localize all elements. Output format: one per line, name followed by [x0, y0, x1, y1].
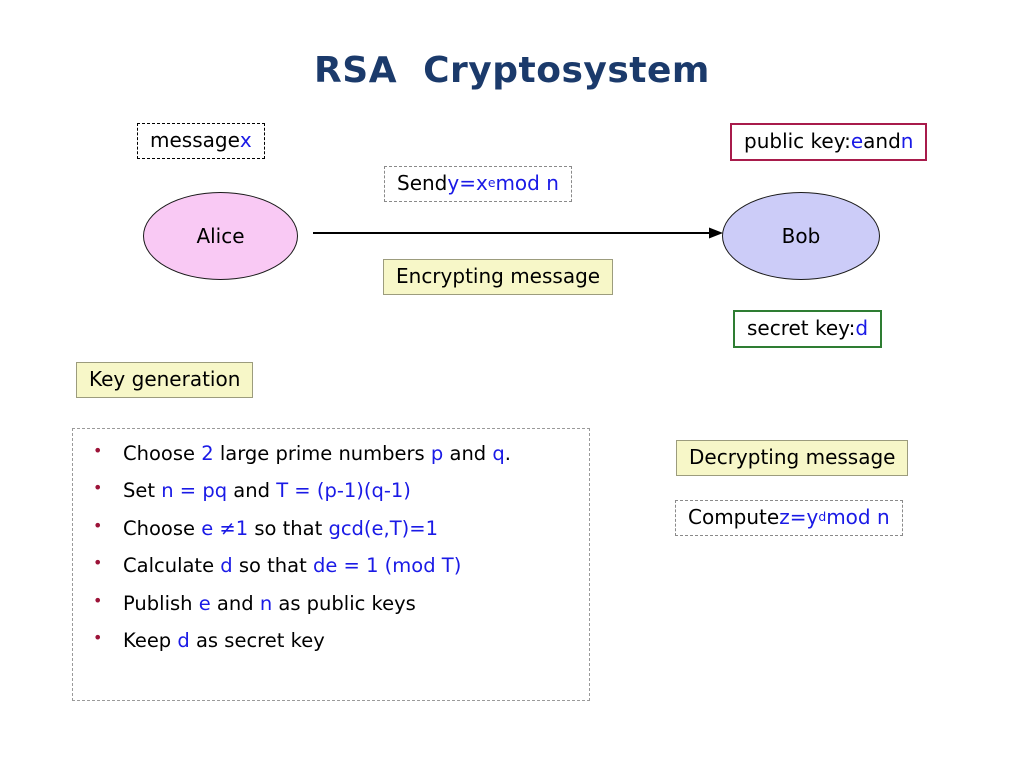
decrypting-message-box: Decrypting message	[676, 440, 909, 476]
step-text: and	[210, 591, 260, 615]
actor-bob: Bob	[722, 192, 880, 280]
step-text: as public keys	[272, 591, 416, 615]
compute-label: Compute	[688, 505, 780, 529]
encrypting-message-box: Encrypting message	[383, 259, 614, 295]
compute-base: y	[806, 505, 819, 529]
step-text: and	[227, 479, 277, 503]
compute-formula-box: Compute z = yd mod n	[675, 500, 903, 536]
step-var: p	[430, 442, 444, 465]
step-var: e	[198, 591, 211, 615]
secret-key-d: d	[855, 316, 869, 340]
send-lhs: y	[447, 171, 460, 195]
step-text: large prime numbers	[213, 442, 431, 465]
step-text: Set	[123, 479, 162, 503]
step-text: as secret key	[189, 629, 325, 653]
compute-equals: =	[789, 505, 807, 529]
list-item: Set n = pq and T = (p-1)(q-1)	[73, 479, 589, 503]
compute-lhs: z	[779, 505, 790, 529]
step-var: d	[177, 629, 190, 653]
list-item: Keep d as secret key	[73, 629, 589, 653]
step-var: de = 1 (mod T)	[312, 554, 462, 578]
list-item: Choose 2 large prime numbers p and q.	[73, 442, 589, 465]
send-equals: =	[459, 171, 476, 195]
step-text: Publish	[123, 591, 199, 615]
message-box: message x	[137, 123, 265, 159]
step-text: so that	[232, 554, 313, 578]
step-var: n	[259, 591, 273, 615]
decrypting-message-label: Decrypting message	[689, 445, 896, 469]
public-key-conjunction: and	[863, 129, 901, 153]
compute-modexpr: mod n	[826, 505, 890, 529]
secret-key-label: secret key:	[747, 316, 856, 340]
step-var: n = pq	[161, 479, 228, 503]
public-key-n: n	[900, 129, 914, 153]
step-var: gcd(e,T)=1	[328, 516, 438, 540]
step-var: e ≠1	[201, 516, 249, 540]
list-item: Publish e and n as public keys	[73, 591, 589, 615]
step-text: Choose	[123, 516, 202, 540]
step-var: 2	[201, 442, 214, 465]
actor-alice-label: Alice	[196, 224, 245, 248]
secret-key-box: secret key: d	[733, 310, 883, 348]
public-key-e: e	[850, 129, 864, 153]
message-label: message	[150, 128, 240, 152]
page-title: RSA Cryptosystem	[314, 50, 710, 91]
list-item: Choose e ≠1 so that gcd(e,T)=1	[73, 516, 589, 540]
send-formula-box: Send y = xe mod n	[384, 166, 572, 202]
step-var: d	[220, 554, 233, 578]
step-var: q	[492, 442, 505, 465]
step-text: .	[504, 442, 511, 465]
message-variable: x	[239, 128, 252, 152]
key-generation-steps-panel: Choose 2 large prime numbers p and q. Se…	[72, 428, 590, 701]
step-text: Keep	[123, 629, 178, 653]
key-generation-box: Key generation	[76, 362, 254, 398]
step-text: and	[443, 442, 493, 465]
step-text: so that	[248, 516, 329, 540]
send-base: x	[475, 171, 488, 195]
flow-arrow-alice-to-bob	[313, 227, 723, 239]
actor-bob-label: Bob	[781, 224, 821, 248]
list-item: Calculate d so that de = 1 (mod T)	[73, 554, 589, 578]
key-generation-label: Key generation	[89, 367, 241, 391]
send-label: Send	[397, 171, 448, 195]
key-generation-step-list: Choose 2 large prime numbers p and q. Se…	[73, 429, 589, 652]
encrypting-message-label: Encrypting message	[396, 264, 601, 288]
public-key-box: public key: e and n	[730, 123, 928, 161]
actor-alice: Alice	[143, 192, 298, 280]
step-text: Calculate	[123, 554, 221, 578]
public-key-label: public key:	[744, 129, 851, 153]
send-modexpr: mod n	[495, 171, 559, 195]
step-text: Choose	[123, 442, 202, 465]
step-var: T = (p-1)(q-1)	[276, 479, 411, 503]
